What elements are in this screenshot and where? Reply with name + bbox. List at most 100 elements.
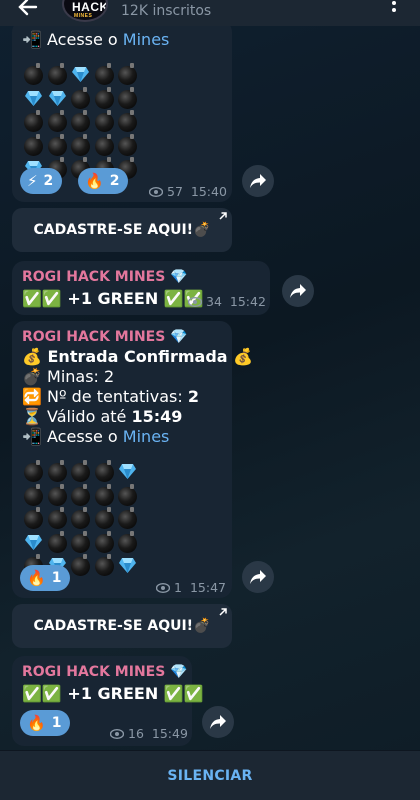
bomb-icon [118,483,137,506]
share-button[interactable] [242,561,274,593]
silence-button[interactable]: SILENCIAR [167,768,252,784]
phone-icon: 📲 [22,30,42,49]
gem-icon: 💎 [170,329,188,345]
reaction-count: 2 [43,173,54,189]
view-count: 57 [167,184,183,199]
entry-line: 💰 Entrada Confirmada 💰 [22,347,254,366]
external-link-icon [219,212,227,220]
gem-icon [118,463,137,480]
bomb-icon [47,507,67,529]
signup-label: CADASTRE-SE AQUI!💣 [33,222,211,238]
bomb-icon [47,133,67,156]
share-button[interactable] [202,706,234,738]
more-options-icon[interactable] [390,0,398,12]
money-bag-icon: 💰 [22,347,42,366]
reaction-fire[interactable]: 🔥 1 [20,710,71,736]
message-bubble-3: ROGI HACK MINES 💎 💰 Entrada Confirmada 💰… [12,321,253,598]
bomb-icon [71,483,90,506]
reaction-count: 2 [109,173,120,189]
reaction-fire[interactable]: 🔥 1 [20,565,71,591]
access-line: 📲 Acesse o Mines [22,427,170,446]
share-button[interactable] [282,275,314,307]
sender-name: ROGI HACK MINES 💎 [22,269,188,285]
message-meta: 34 15:42 [188,294,266,309]
bomb-icon [47,460,67,482]
gem-icon [71,66,90,83]
back-arrow-icon[interactable] [16,0,38,18]
bomb-icon [118,110,137,132]
bomb-icon [47,530,67,553]
access-line: 📲 Acesse o Mines [22,30,170,49]
bomb-icon [118,507,137,529]
fire-icon: 🔥 [85,172,104,190]
share-button[interactable] [242,165,274,197]
eye-icon [110,728,124,739]
bomb-icon [24,133,43,156]
mines-link[interactable]: Mines [123,427,170,446]
bomb-icon: 💣 [193,222,211,238]
gem-icon [48,90,67,107]
bomb-icon [94,133,114,156]
view-count: 16 [128,726,144,741]
check-icon: ✅✅ [22,684,62,703]
message-time: 15:40 [190,184,227,199]
bomb-icon: 💣 [193,618,211,634]
bomb-icon [94,507,114,529]
green-line: ✅✅ +1 GREEN ✅✅ [22,289,204,308]
green-line: ✅✅ +1 GREEN ✅✅ [22,684,204,703]
bomb-icon [94,86,114,109]
channel-avatar[interactable]: HACK MINES [62,0,108,22]
signup-label: CADASTRE-SE AQUI!💣 [33,618,211,634]
eye-icon [156,582,170,593]
share-icon [250,174,266,188]
bomb-icon [118,63,137,85]
bomb-icon [71,554,90,576]
bomb-icon [47,483,67,506]
check-icon: ✅✅ [163,684,204,703]
repeat-icon: 🔁 [22,387,42,406]
message-meta: 16 15:49 [110,726,188,741]
bomb-icon [24,110,43,132]
bomb-icon [118,530,137,553]
signup-button[interactable]: CADASTRE-SE AQUI!💣 [12,208,232,252]
check-icon: ✅✅ [22,289,62,308]
bomb-icon [71,530,90,553]
bomb-icon: 💣 [22,367,42,386]
bomb-icon [94,63,114,85]
reaction-count: 1 [51,715,62,731]
view-count: 1 [174,580,182,595]
message-time: 15:47 [189,580,226,595]
message-bubble-1: 📲 Acesse o Mines ⚡ 2 🔥 2 57 15:40 [12,20,232,202]
mines-line: 💣 Minas: 2 [22,367,115,386]
bomb-icon [24,460,43,482]
reaction-lightning[interactable]: ⚡ 2 [20,168,63,194]
bomb-icon [71,460,90,482]
subscriber-count: 12K inscritos [121,3,212,19]
mines-link[interactable]: Mines [123,30,170,49]
sender-name: ROGI HACK MINES 💎 [22,664,188,680]
message-time: 15:42 [229,294,266,309]
reaction-count: 1 [51,570,62,586]
hourglass-icon: ⏳ [22,407,42,426]
reaction-fire[interactable]: 🔥 2 [78,168,129,194]
bomb-icon [94,460,114,482]
bomb-icon [94,554,114,576]
gem-icon [118,557,137,574]
eye-icon [188,296,202,307]
bomb-icon [94,530,114,553]
bomb-icon [94,483,114,506]
bomb-icon [24,483,43,506]
view-count: 34 [206,294,222,309]
share-icon [290,284,306,298]
bomb-icon [71,507,90,529]
gem-icon [24,534,43,551]
bomb-icon [94,110,114,132]
lightning-icon: ⚡ [27,172,38,190]
fire-icon: 🔥 [27,714,46,732]
signup-button[interactable]: CADASTRE-SE AQUI!💣 [12,604,232,648]
channel-logo-text: HACK [72,0,108,14]
money-bag-icon: 💰 [233,347,254,366]
bomb-icon [71,110,90,132]
bomb-icon [24,507,43,529]
gem-icon: 💎 [170,664,188,680]
